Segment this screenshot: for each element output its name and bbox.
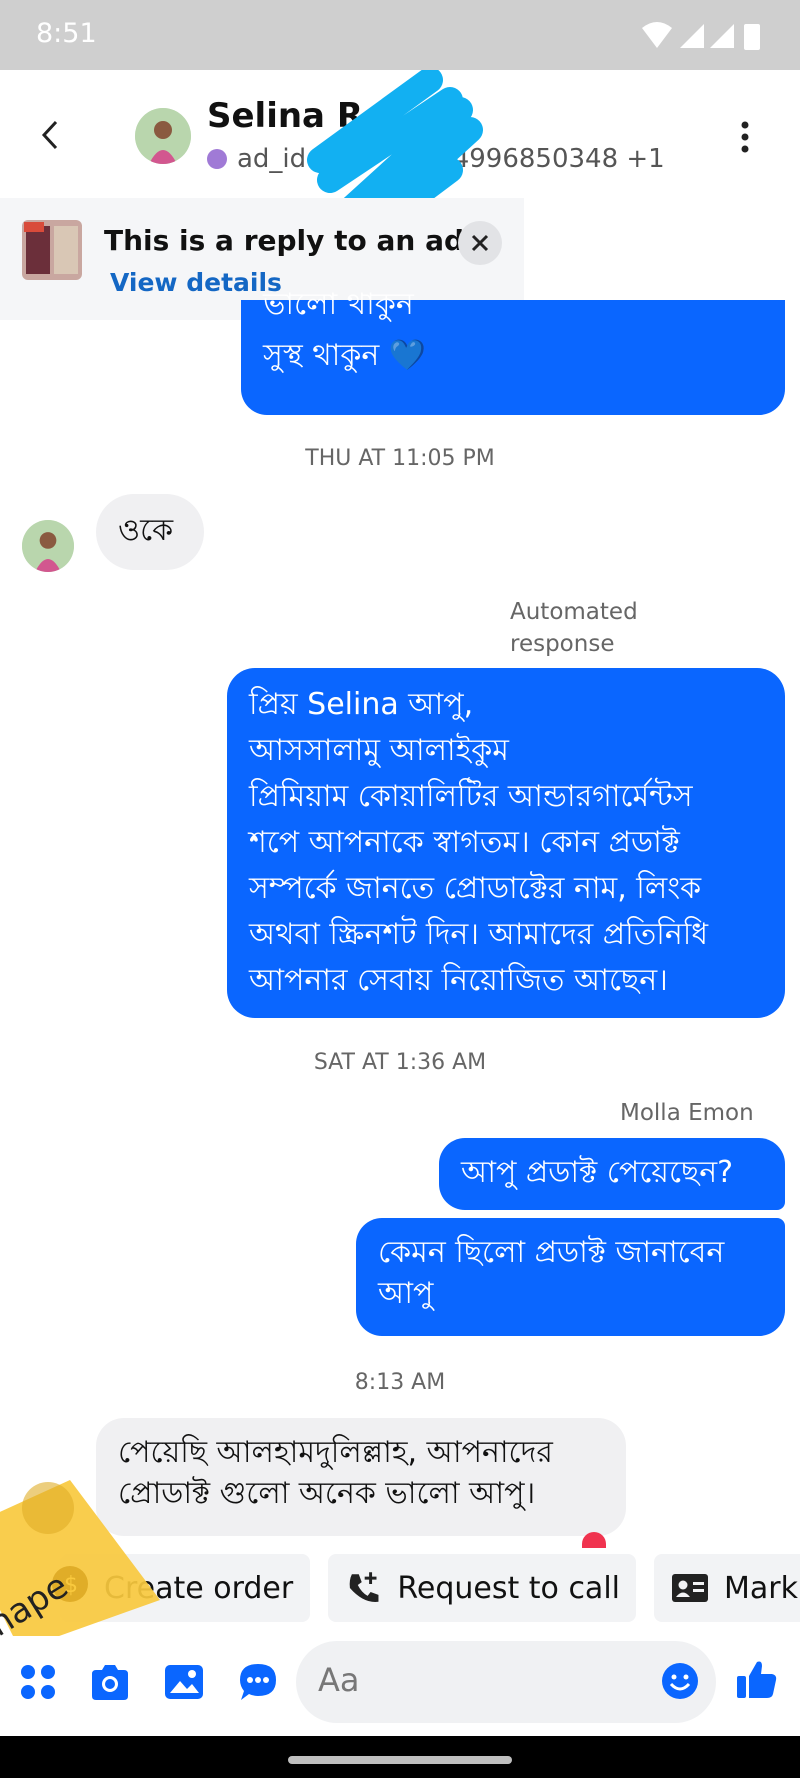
thumbs-up-icon[interactable] bbox=[734, 1656, 780, 1702]
message-text: প্রোডাক্ট গুলো অনেক ভালো আপু। bbox=[118, 1476, 536, 1511]
message-text: পেয়েছি আলহামদুলিল্লাহ, আপনাদের bbox=[118, 1435, 553, 1470]
wifi-icon bbox=[642, 22, 672, 48]
sender-name: Molla Emon bbox=[620, 1100, 754, 1126]
message-line: অথবা স্ক্রিনশট দিন। আমাদের প্রতিনিধি bbox=[249, 917, 709, 952]
close-icon bbox=[471, 234, 489, 252]
message-bubble-incoming[interactable]: পেয়েছি আলহামদুলিল্লাহ, আপনাদের প্রোডাক্… bbox=[96, 1418, 626, 1536]
menu-grid-icon[interactable] bbox=[16, 1660, 60, 1704]
phone-plus-icon bbox=[349, 1572, 379, 1603]
automated-label-line: response bbox=[510, 631, 615, 657]
emoji-icon[interactable] bbox=[660, 1661, 700, 1701]
gallery-icon[interactable] bbox=[162, 1660, 206, 1704]
message-text: সুস্থ থাকুন 💙 bbox=[263, 338, 427, 373]
ad-dot-icon bbox=[207, 149, 227, 169]
automated-response-label: Automated response bbox=[510, 596, 638, 660]
signal-icon-2 bbox=[710, 24, 734, 48]
message-text: আপু প্রডাক্ট পেয়েছেন? bbox=[461, 1155, 734, 1190]
message-text: ওকে bbox=[118, 513, 174, 548]
message-bubble-outgoing[interactable]: কেমন ছিলো প্রডাক্ট জানাবেন আপু bbox=[356, 1218, 785, 1336]
sticker-badge: $ hape bbox=[0, 1480, 160, 1650]
message-line: প্রিমিয়াম কোয়ালিটির আন্ডারগার্মেন্টস bbox=[249, 779, 693, 814]
sender-avatar[interactable] bbox=[22, 520, 74, 572]
home-gesture-bar[interactable] bbox=[288, 1756, 512, 1764]
contact-avatar[interactable] bbox=[135, 108, 191, 164]
request-call-chip[interactable]: Request to call bbox=[328, 1554, 636, 1622]
message-bubble-outgoing[interactable]: প্রিয় Selina আপু, আসসালামু আলাইকুম প্রি… bbox=[227, 668, 785, 1018]
signal-icon bbox=[680, 24, 704, 48]
close-banner-button[interactable] bbox=[458, 221, 502, 265]
message-text: কেমন ছিলো প্রডাক্ট জানাবেন bbox=[378, 1235, 725, 1270]
message-text: আপু bbox=[378, 1276, 434, 1311]
message-text: ভালো থাকুন bbox=[263, 287, 414, 322]
message-line: প্রিয় Selina আপু, bbox=[249, 687, 474, 722]
id-card-icon bbox=[672, 1574, 708, 1602]
message-bubble-outgoing[interactable]: ভালো থাকুন সুস্থ থাকুন 💙 bbox=[241, 287, 785, 415]
message-line: আপনার সেবায় নিয়োজিত আছেন। bbox=[249, 963, 668, 998]
ad-reply-title: This is a reply to an ad bbox=[104, 224, 465, 257]
request-call-label: Request to call bbox=[397, 1570, 620, 1606]
message-input[interactable]: Aa bbox=[296, 1641, 716, 1723]
mark-chip[interactable]: Mark bbox=[654, 1554, 800, 1622]
message-line: আসসালামু আলাইকুম bbox=[249, 733, 509, 768]
ad-thumbnail[interactable] bbox=[22, 220, 82, 280]
timestamp: 8:13 AM bbox=[354, 1370, 446, 1395]
chat-header: Selina R ad_id 04996850348 +1 bbox=[0, 70, 800, 240]
timestamp: SAT AT 1:36 AM bbox=[313, 1050, 487, 1075]
mark-label: Mark bbox=[724, 1570, 798, 1606]
chat-bubble-icon[interactable] bbox=[236, 1660, 280, 1704]
ad-id-label: ad_id bbox=[237, 144, 307, 174]
message-bubble-outgoing[interactable]: আপু প্রডাক্ট পেয়েছেন? bbox=[439, 1138, 785, 1210]
status-icons bbox=[642, 22, 760, 50]
automated-label-line: Automated bbox=[510, 599, 638, 625]
battery-icon bbox=[744, 24, 760, 50]
more-options-icon[interactable] bbox=[730, 120, 760, 154]
system-nav-bar bbox=[0, 1736, 800, 1778]
input-placeholder: Aa bbox=[318, 1661, 360, 1699]
message-line: শপে আপনাকে স্বাগতম। কোন প্রডাক্ট bbox=[249, 825, 680, 860]
message-bubble-incoming[interactable]: ওকে bbox=[96, 494, 204, 570]
back-arrow-icon[interactable] bbox=[34, 118, 68, 152]
timestamp: THU AT 11:05 PM bbox=[305, 446, 495, 471]
message-line: সম্পর্কে জানতে প্রোডাক্টের নাম, লিংক bbox=[249, 871, 702, 906]
status-bar: 8:51 bbox=[0, 0, 800, 70]
status-time: 8:51 bbox=[36, 18, 97, 49]
view-details-link[interactable]: View details bbox=[110, 268, 282, 297]
camera-icon[interactable] bbox=[88, 1660, 132, 1704]
message-composer: Aa bbox=[0, 1636, 800, 1736]
